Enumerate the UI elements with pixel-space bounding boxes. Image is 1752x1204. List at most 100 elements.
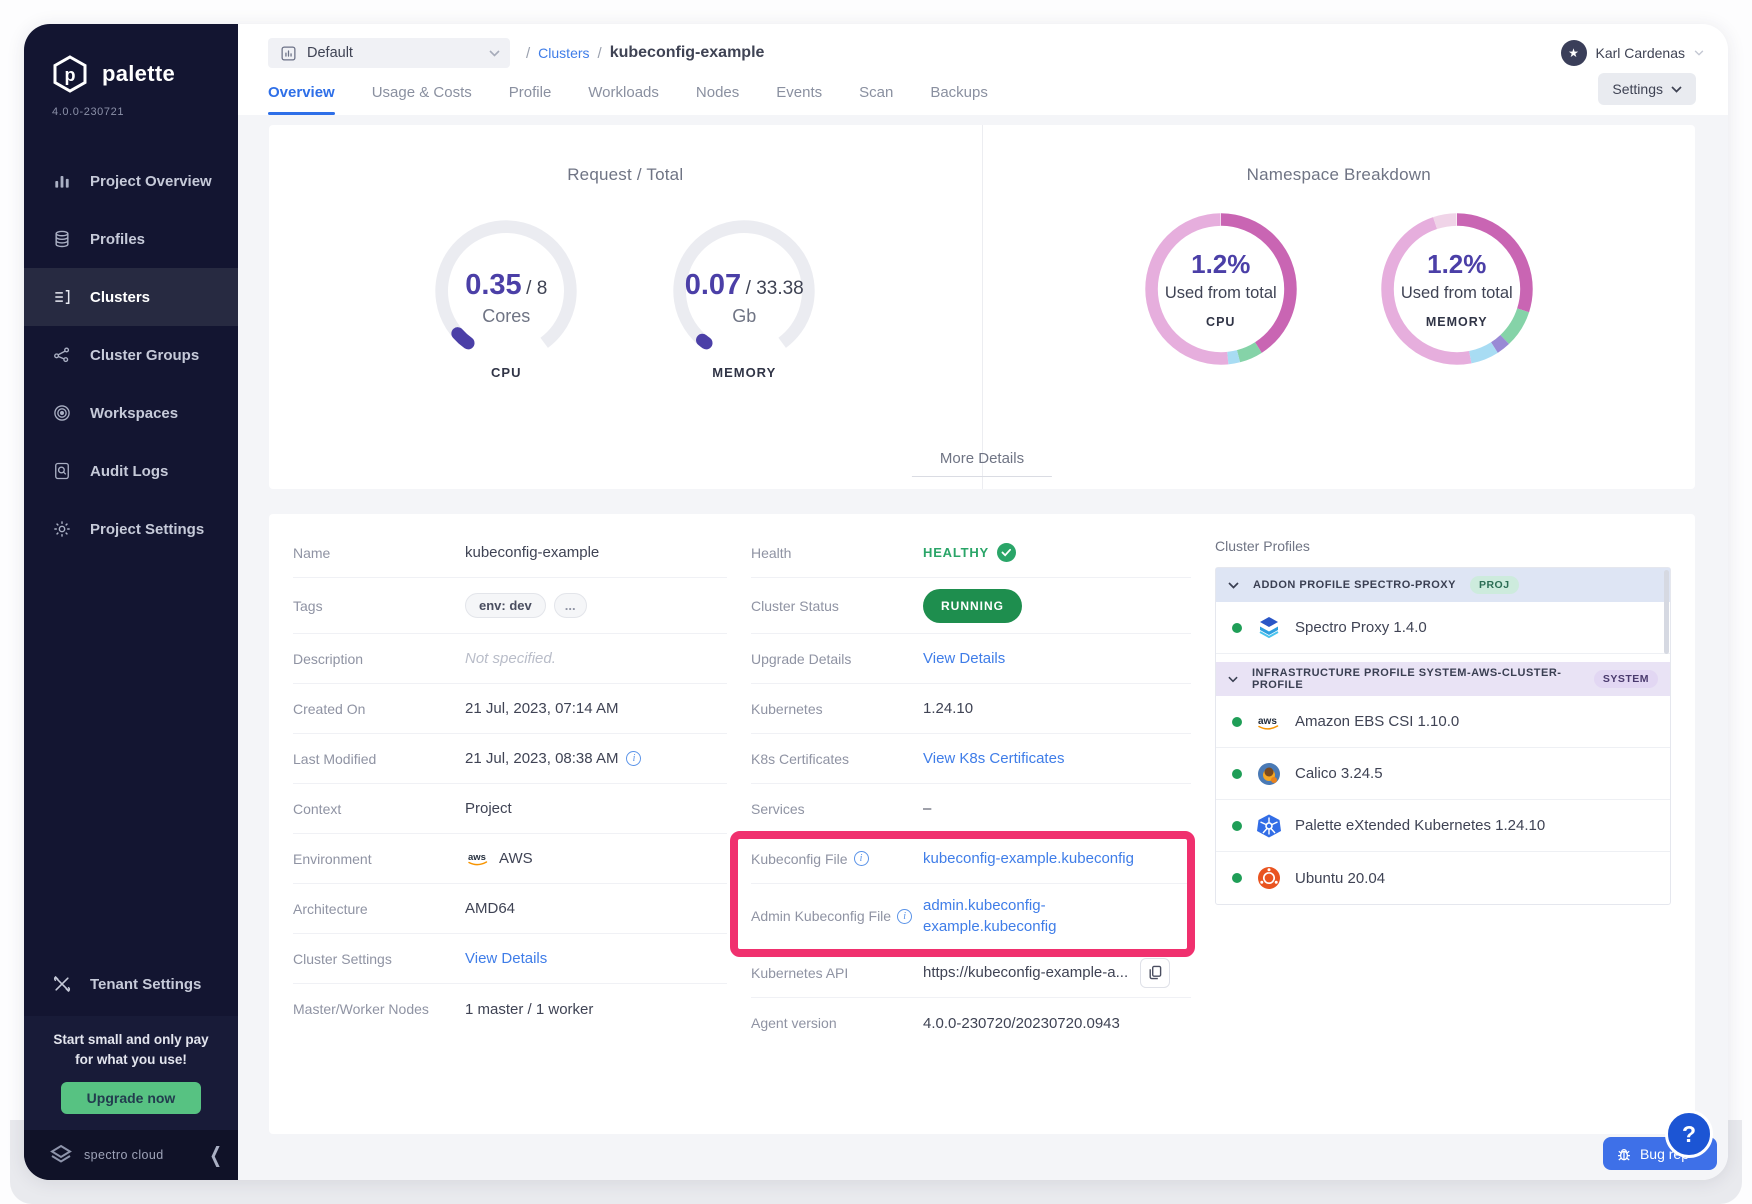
detail-label: Cluster Settings (293, 951, 465, 967)
pack-name: Spectro Proxy 1.4.0 (1295, 619, 1427, 636)
sidebar-item-label: Workspaces (90, 405, 178, 422)
upgrade-details-link[interactable]: View Details (923, 650, 1005, 667)
svg-text:aws: aws (1258, 716, 1277, 727)
description-value: Not specified. (465, 650, 556, 667)
memory-used-subtitle: Used from total (1375, 284, 1539, 303)
tab-scan[interactable]: Scan (859, 84, 893, 115)
kubeconfig-file-link[interactable]: kubeconfig-example.kubeconfig (923, 850, 1134, 867)
tab-usage-costs[interactable]: Usage & Costs (372, 84, 472, 115)
chevron-down-icon (489, 50, 500, 57)
detail-label: Name (293, 545, 465, 561)
detail-row-last-modified: Last Modified 21 Jul, 2023, 08:38 AM i (293, 734, 727, 784)
sidebar-item-workspaces[interactable]: Workspaces (24, 384, 238, 442)
calico-logo (1255, 760, 1282, 787)
user-menu[interactable]: ★ Karl Cardenas (1561, 40, 1705, 66)
tab-workloads[interactable]: Workloads (588, 84, 659, 115)
cluster-profiles-list: ADDON PROFILE SPECTRO-PROXY PROJ Spectro… (1215, 567, 1671, 905)
detail-row-created-on: Created On 21 Jul, 2023, 07:14 AM (293, 684, 727, 734)
pack-row-calico[interactable]: Calico 3.24.5 (1216, 748, 1670, 800)
kubeconfig-highlight-region: Kubeconfig File i kubeconfig-example.kub… (751, 834, 1191, 948)
doc-search-icon (52, 461, 72, 481)
pack-name: Palette eXtended Kubernetes 1.24.10 (1295, 817, 1545, 834)
cpu-request-value: 0.35 (465, 269, 521, 301)
detail-label: Kubeconfig File (751, 851, 848, 867)
help-button[interactable]: ? (1665, 1110, 1713, 1158)
sidebar-footer: spectro cloud ❮ (24, 1130, 238, 1180)
more-details-button[interactable]: More Details (912, 450, 1052, 477)
cpu-donut-label: CPU (1139, 315, 1303, 329)
kubernetes-api-value: https://kubeconfig-example-a... (923, 964, 1128, 981)
sidebar-item-cluster-groups[interactable]: Cluster Groups (24, 326, 238, 384)
tab-profile[interactable]: Profile (509, 84, 552, 115)
cluster-settings-link[interactable]: View Details (465, 950, 547, 967)
scrollbar-thumb[interactable] (1664, 570, 1669, 654)
ubuntu-logo (1255, 865, 1282, 892)
kubernetes-logo (1255, 812, 1282, 839)
chevron-down-icon (1671, 86, 1682, 93)
cluster-list-icon (52, 287, 72, 307)
master-worker-value: 1 master / 1 worker (465, 1001, 593, 1018)
sidebar-item-tenant-settings[interactable]: Tenant Settings (24, 958, 238, 1010)
sidebar-item-label: Tenant Settings (90, 976, 201, 993)
admin-kubeconfig-file-link[interactable]: admin.kubeconfig-example.kubeconfig (923, 895, 1113, 937)
memory-gauge-label: MEMORY (666, 365, 822, 380)
copy-icon[interactable] (1140, 958, 1170, 988)
pack-status-dot (1232, 821, 1242, 831)
sidebar-item-label: Audit Logs (90, 463, 168, 480)
main-area: Default / Clusters / kubeconfig-example … (238, 24, 1728, 1180)
environment-value: AWS (499, 850, 533, 867)
tab-backups[interactable]: Backups (930, 84, 988, 115)
sidebar-item-project-settings[interactable]: Project Settings (24, 500, 238, 558)
pack-status-dot (1232, 873, 1242, 883)
info-icon[interactable]: i (626, 751, 641, 766)
memory-gauge: 0.07 / 33.38 Gb MEMORY (666, 213, 822, 380)
collapse-sidebar-icon[interactable]: ❮ (209, 1142, 222, 1167)
profile-group-name: ADDON PROFILE SPECTRO-PROXY (1253, 579, 1456, 591)
infrastructure-profile-group-header[interactable]: INFRASTRUCTURE PROFILE SYSTEM-AWS-CLUSTE… (1216, 662, 1670, 696)
pack-status-dot (1232, 717, 1242, 727)
promo-line1: Start small and only pay (34, 1030, 228, 1050)
cpu-gauge: 0.35 / 8 Cores CPU (428, 213, 584, 380)
tag-pill[interactable]: env: dev (465, 593, 546, 618)
pack-row-spectro-proxy[interactable]: Spectro Proxy 1.4.0 (1216, 602, 1670, 654)
bar-chart-icon (52, 171, 72, 191)
pack-row-ubuntu[interactable]: Ubuntu 20.04 (1216, 852, 1670, 904)
more-tags-pill[interactable]: ... (554, 593, 587, 618)
pack-row-palette-extended-kubernetes[interactable]: Palette eXtended Kubernetes 1.24.10 (1216, 800, 1670, 852)
pack-row-amazon-ebs-csi[interactable]: aws Amazon EBS CSI 1.10.0 (1216, 696, 1670, 748)
system-scope-badge: SYSTEM (1594, 670, 1658, 688)
sidebar-item-project-overview[interactable]: Project Overview (24, 152, 238, 210)
promo-line2: for what you use! (34, 1050, 228, 1070)
cpu-gauge-label: CPU (428, 365, 584, 380)
upgrade-now-button[interactable]: Upgrade now (61, 1082, 202, 1114)
info-icon[interactable]: i (897, 909, 912, 924)
breadcrumb-clusters-link[interactable]: Clusters (538, 45, 589, 61)
view-k8s-certificates-link[interactable]: View K8s Certificates (923, 750, 1064, 767)
pack-status-dot (1232, 623, 1242, 633)
aws-logo: aws (465, 850, 491, 867)
tab-overview[interactable]: Overview (268, 84, 335, 115)
sidebar-item-profiles[interactable]: Profiles (24, 210, 238, 268)
sidebar-item-label: Profiles (90, 231, 145, 248)
upgrade-promo: Start small and only pay for what you us… (24, 1016, 238, 1131)
namespace-cpu-donut: 1.2% Used from total CPU (1139, 207, 1303, 371)
tab-nodes[interactable]: Nodes (696, 84, 739, 115)
settings-button[interactable]: Settings (1598, 73, 1696, 105)
chart-title: Request / Total (567, 165, 683, 185)
sidebar-item-clusters[interactable]: Clusters (24, 268, 238, 326)
detail-label: Health (751, 545, 923, 561)
info-icon[interactable]: i (854, 851, 869, 866)
detail-label: Environment (293, 851, 465, 867)
detail-row-kubernetes-api: Kubernetes API https://kubeconfig-exampl… (751, 948, 1191, 998)
detail-row-tags: Tags env: dev ... (293, 578, 727, 634)
detail-label: Created On (293, 701, 465, 717)
tab-events[interactable]: Events (776, 84, 822, 115)
addon-profile-group-header[interactable]: ADDON PROFILE SPECTRO-PROXY PROJ (1216, 568, 1670, 602)
detail-label: Context (293, 801, 465, 817)
sidebar-item-audit-logs[interactable]: Audit Logs (24, 442, 238, 500)
project-selector[interactable]: Default (268, 38, 510, 68)
architecture-value: AMD64 (465, 900, 515, 917)
detail-label: Kubernetes (751, 701, 923, 717)
details-middle-column: Health HEALTHY Cluster Status RUNNING Up… (751, 528, 1191, 1134)
sidebar: p palette 4.0.0-230721 Project Overview … (24, 24, 238, 1180)
